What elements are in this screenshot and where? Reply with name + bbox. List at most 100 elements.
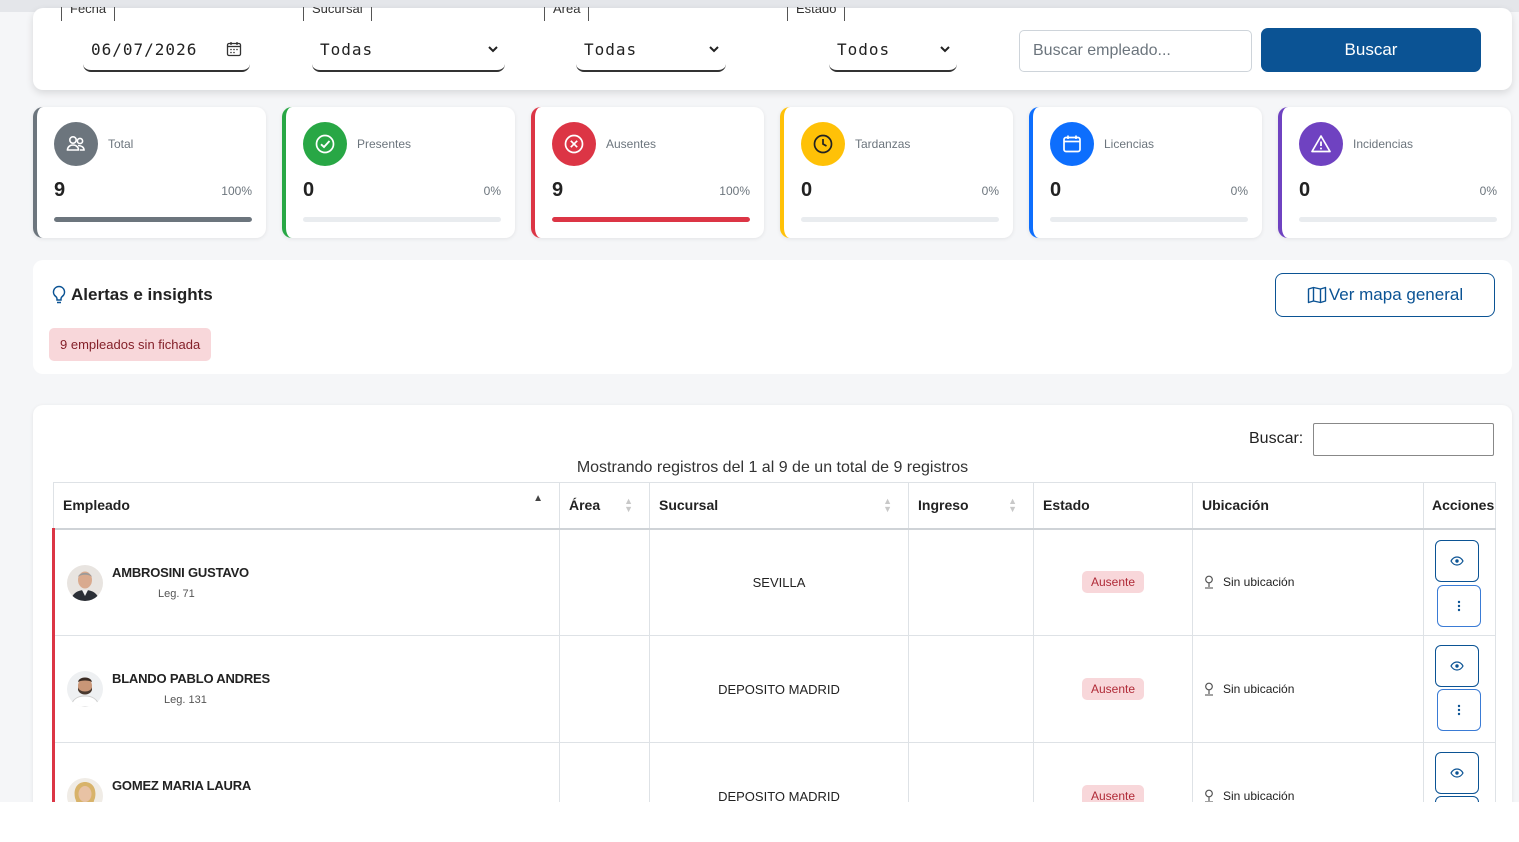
app-viewport: Fecha 06/07/2026 Sucursal Todas Área Tod… xyxy=(0,0,1519,802)
more-options-button[interactable] xyxy=(1435,796,1479,802)
cell-empleado: AMBROSINI GUSTAVO Leg. 71 xyxy=(52,528,560,636)
view-button[interactable] xyxy=(1435,752,1479,794)
estado-value: Todos xyxy=(837,39,891,59)
avatar xyxy=(67,564,103,601)
fecha-label: Fecha xyxy=(61,7,116,21)
search-button[interactable]: Buscar xyxy=(1261,28,1481,72)
chevron-down-icon xyxy=(940,46,950,53)
chevron-down-icon xyxy=(488,46,498,53)
estado-select[interactable]: Todos xyxy=(829,28,957,72)
calendar-picker-icon[interactable] xyxy=(226,41,242,57)
col-empleado-label: Empleado xyxy=(63,497,130,514)
view-map-button[interactable]: Ver mapa general xyxy=(1275,273,1495,317)
more-vertical-icon xyxy=(1457,704,1461,716)
employees-table: Empleado ▲ Área ▲ ▼ Sucursal ▲ ▼ Ingreso ▲ ▼ Es… xyxy=(52,482,1496,802)
stat-label: Incidencias xyxy=(1353,137,1414,151)
stat-label: Licencias xyxy=(1104,137,1155,151)
clock-icon xyxy=(801,122,845,166)
table-row[interactable]: AMBROSINI GUSTAVO Leg. 71 SEVILLA Ausent… xyxy=(52,528,1496,636)
col-estado-label: Estado xyxy=(1043,497,1090,514)
stat-value: 9 xyxy=(54,179,66,201)
area-select[interactable]: Todas xyxy=(576,28,726,72)
employee-name[interactable]: BLANDO PABLO ANDRES xyxy=(112,671,270,686)
stat-value: 9 xyxy=(552,179,564,201)
cell-ingreso xyxy=(908,528,1034,636)
cell-sucursal: SEVILLA xyxy=(649,528,909,636)
cell-sucursal: DEPOSITO MADRID xyxy=(649,635,909,743)
stat-label: Ausentes xyxy=(606,137,657,151)
stat-percent: 0% xyxy=(981,184,999,198)
cell-estado: Ausente xyxy=(1033,635,1193,743)
col-acciones: Acciones xyxy=(1423,482,1496,530)
stat-percent: 0% xyxy=(483,184,501,198)
cell-area xyxy=(559,742,650,802)
col-area[interactable]: Área ▲ ▼ xyxy=(559,482,650,530)
alerts-title: Alertas e insights xyxy=(51,285,213,305)
location-pin-icon xyxy=(1205,682,1213,696)
calendar-icon xyxy=(1050,122,1094,166)
stat-value: 0 xyxy=(801,179,813,201)
cell-empleado: GOMEZ MARIA LAURA xyxy=(52,742,560,802)
status-badge: Ausente xyxy=(1081,678,1145,700)
cell-area xyxy=(559,635,650,743)
employee-name[interactable]: AMBROSINI GUSTAVO xyxy=(112,565,249,580)
stat-card-incidencias[interactable]: Incidencias 0 0% xyxy=(1278,107,1511,238)
view-map-label: Ver mapa general xyxy=(1328,285,1464,304)
table-search-input[interactable] xyxy=(1313,423,1494,456)
sort-icon: ▲ ▼ xyxy=(624,496,633,514)
location-text: Sin ubicación xyxy=(1223,575,1295,590)
estado-label: Estado xyxy=(787,7,846,21)
x-circle-icon xyxy=(552,122,596,166)
status-badge: Ausente xyxy=(1081,571,1145,594)
alert-badge[interactable]: 9 empleados sin fichada xyxy=(49,328,212,361)
table-row[interactable]: BLANDO PABLO ANDRES Leg. 131 DEPOSITO MA… xyxy=(52,635,1496,743)
stat-card-presentes[interactable]: Presentes 0 0% xyxy=(282,107,515,238)
col-ingreso[interactable]: Ingreso ▲ ▼ xyxy=(908,482,1034,530)
employees-table-card: Buscar: Mostrando registros del 1 al 9 d… xyxy=(33,405,1512,802)
more-options-button[interactable] xyxy=(1437,689,1481,731)
more-options-button[interactable] xyxy=(1437,584,1481,627)
view-button[interactable] xyxy=(1435,645,1479,687)
area-value: Todas xyxy=(584,39,638,59)
cell-sucursal: DEPOSITO MADRID xyxy=(649,742,909,802)
stat-percent: 100% xyxy=(221,184,252,198)
cell-ubicacion: Sin ubicación xyxy=(1192,635,1424,743)
stat-progress-bar xyxy=(801,217,999,222)
stat-value: 0 xyxy=(1299,179,1311,201)
sucursal-label: Sucursal xyxy=(303,7,372,21)
employee-name[interactable]: GOMEZ MARIA LAURA xyxy=(112,778,251,793)
col-ubicacion-label: Ubicación xyxy=(1202,497,1269,514)
sort-asc-icon: ▲ xyxy=(533,493,543,504)
eye-icon xyxy=(1450,661,1464,671)
stat-card-ausentes[interactable]: Ausentes 9 100% xyxy=(531,107,764,238)
status-badge: Ausente xyxy=(1081,785,1145,802)
cell-ingreso xyxy=(908,742,1034,802)
stat-percent: 100% xyxy=(719,184,750,198)
search-employee-input[interactable]: Buscar empleado... xyxy=(1019,30,1252,72)
view-button[interactable] xyxy=(1435,539,1479,582)
stat-card-licencias[interactable]: Licencias 0 0% xyxy=(1029,107,1262,238)
cell-estado: Ausente xyxy=(1033,528,1193,636)
employee-legajo: Leg. 71 xyxy=(158,587,195,600)
col-estado: Estado xyxy=(1033,482,1193,530)
lightbulb-icon xyxy=(52,285,66,304)
stat-progress-fill xyxy=(552,217,750,222)
people-icon xyxy=(54,122,98,166)
cell-ingreso xyxy=(908,635,1034,743)
stat-card-tardanzas[interactable]: Tardanzas 0 0% xyxy=(780,107,1013,238)
cell-estado: Ausente xyxy=(1033,742,1193,802)
map-icon xyxy=(1307,286,1327,304)
col-empleado[interactable]: Empleado ▲ xyxy=(53,482,560,530)
fecha-input[interactable]: 06/07/2026 xyxy=(83,28,250,72)
col-sucursal[interactable]: Sucursal ▲ ▼ xyxy=(649,482,909,530)
chevron-down-icon xyxy=(709,46,719,53)
stat-progress-bar xyxy=(303,217,501,222)
location-pin-icon xyxy=(1205,789,1213,802)
table-row[interactable]: GOMEZ MARIA LAURA DEPOSITO MADRID Ausent… xyxy=(52,742,1496,802)
stat-card-total[interactable]: Total 9 100% xyxy=(33,107,266,238)
col-acciones-label: Acciones xyxy=(1432,497,1495,514)
eye-icon xyxy=(1450,555,1464,566)
stat-progress-bar xyxy=(552,217,750,222)
sucursal-select[interactable]: Todas xyxy=(312,28,505,72)
cell-acciones xyxy=(1423,528,1496,636)
